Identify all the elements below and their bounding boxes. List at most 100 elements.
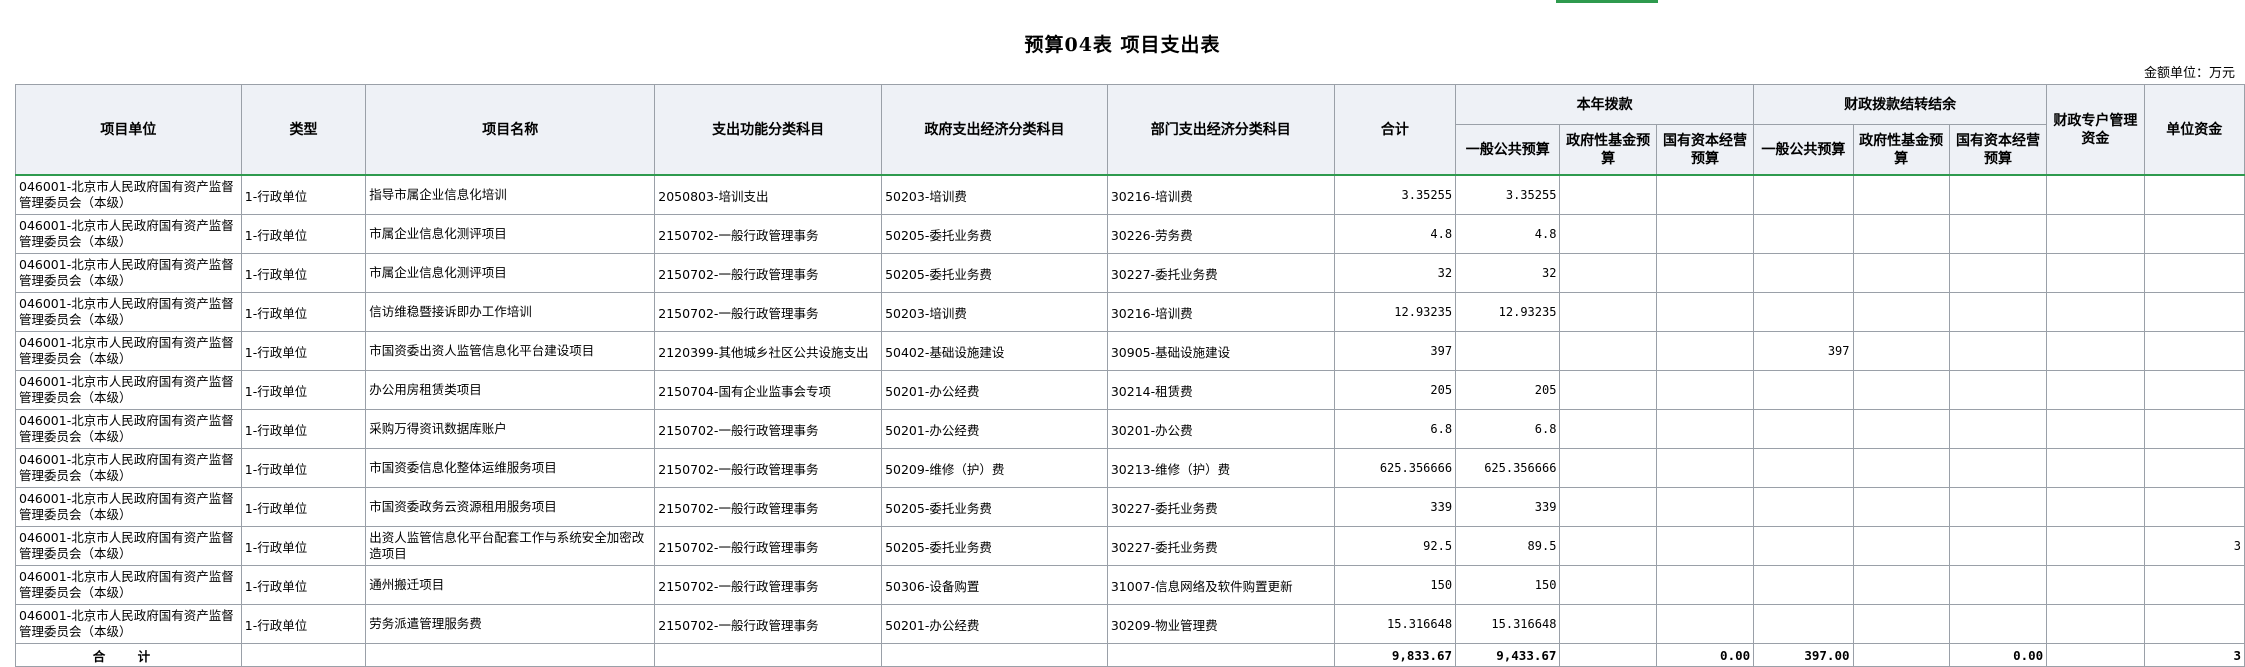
cell-carry-fund — [1852, 292, 1950, 332]
cell-dept: 30227-委托业务费 — [1106, 487, 1335, 527]
table-row: 046001-北京市人民政府国有资产监督管理委员会（本级） 1-行政单位 劳务派遣管… — [15, 604, 2245, 644]
cell-cur-fund — [1559, 292, 1657, 332]
cell-project: 市国资委出资人监管信息化平台建设项目 — [365, 331, 656, 371]
cell-total: 6.8 — [1333, 409, 1457, 449]
table-body: 046001-北京市人民政府国有资产监督管理委员会（本级） 1-行政单位 指导市属企… — [15, 174, 2245, 644]
totals-label: 合 计 — [15, 643, 242, 667]
cell-self — [2143, 370, 2245, 410]
cell-gov: 50201-办公经费 — [881, 409, 1108, 449]
cell-special — [2046, 331, 2145, 371]
cell-unit: 046001-北京市人民政府国有资产监督管理委员会（本级） — [15, 487, 242, 527]
cell-dept: 30227-委托业务费 — [1106, 253, 1335, 293]
cell-carry-fund — [1852, 331, 1950, 371]
cell-func: 2120399-其他城乡社区公共设施支出 — [654, 331, 883, 371]
cell-type: 1-行政单位 — [240, 253, 367, 293]
cell-cur-capital — [1655, 174, 1755, 215]
cell-carry-fund — [1852, 565, 1950, 605]
cell-type: 1-行政单位 — [240, 565, 367, 605]
cell-carry-capital — [1948, 253, 2048, 293]
cell-dept: 30214-租赁费 — [1106, 370, 1335, 410]
table-row: 046001-北京市人民政府国有资产监督管理委员会（本级） 1-行政单位 市国资委政… — [15, 487, 2245, 527]
cell-project: 市国资委政务云资源租用服务项目 — [365, 487, 656, 527]
cell-cur-general: 3.35255 — [1455, 174, 1561, 215]
cell-cur-capital — [1655, 487, 1755, 527]
cell-special — [2046, 253, 2145, 293]
header-unit: 项目单位 — [15, 84, 242, 176]
cell-cur-general: 6.8 — [1455, 409, 1561, 449]
cell-unit: 046001-北京市人民政府国有资产监督管理委员会（本级） — [15, 214, 242, 254]
cell-func: 2150702-一般行政管理事务 — [654, 604, 883, 644]
cell-carry-fund — [1852, 214, 1950, 254]
header-carry-fund: 政府性基金预算 — [1852, 124, 1950, 176]
cell-cur-general: 89.5 — [1455, 526, 1561, 566]
totals-self: 3 — [2143, 643, 2245, 667]
cell-self — [2143, 604, 2245, 644]
cell-cur-general: 205 — [1455, 370, 1561, 410]
cell-self — [2143, 409, 2245, 449]
cell-cur-capital — [1655, 292, 1755, 332]
table-row: 046001-北京市人民政府国有资产监督管理委员会（本级） 1-行政单位 通州搬迁项… — [15, 565, 2245, 605]
cell-func: 2050803-培训支出 — [654, 174, 883, 215]
cell-carry-general — [1753, 214, 1854, 254]
cell-total: 625.356666 — [1333, 448, 1457, 488]
header-group-current: 本年拨款 — [1455, 84, 1755, 125]
cell-special — [2046, 448, 2145, 488]
cell-carry-capital — [1948, 487, 2048, 527]
header-project: 项目名称 — [365, 84, 656, 176]
cell-self — [2143, 292, 2245, 332]
cell-cur-general: 4.8 — [1455, 214, 1561, 254]
cell-func: 2150702-一般行政管理事务 — [654, 448, 883, 488]
cell-type: 1-行政单位 — [240, 409, 367, 449]
cell-project: 劳务派遣管理服务费 — [365, 604, 656, 644]
cell-special — [2046, 370, 2145, 410]
cell-carry-general: 397 — [1753, 331, 1854, 371]
table-row: 046001-北京市人民政府国有资产监督管理委员会（本级） 1-行政单位 信访维稳暨… — [15, 292, 2245, 332]
table-row: 046001-北京市人民政府国有资产监督管理委员会（本级） 1-行政单位 市属企业信… — [15, 214, 2245, 254]
header-type: 类型 — [240, 84, 367, 176]
cell-special — [2046, 526, 2145, 566]
cell-project: 市国资委信息化整体运维服务项目 — [365, 448, 656, 488]
cell-special — [2046, 409, 2145, 449]
cell-cur-fund — [1559, 604, 1657, 644]
cell-carry-fund — [1852, 487, 1950, 527]
cell-cur-fund — [1559, 409, 1657, 449]
cell-func: 2150702-一般行政管理事务 — [654, 565, 883, 605]
cell-cur-fund — [1559, 565, 1657, 605]
cell-carry-general — [1753, 526, 1854, 566]
cell-unit: 046001-北京市人民政府国有资产监督管理委员会（本级） — [15, 526, 242, 566]
cell-carry-general — [1753, 487, 1854, 527]
cell-cur-fund — [1559, 370, 1657, 410]
page-title: 预算04表 项目支出表 — [1024, 34, 1221, 56]
accent-line — [1556, 0, 1658, 3]
cell-project: 市属企业信息化测评项目 — [365, 253, 656, 293]
cell-carry-capital — [1948, 448, 2048, 488]
table-row: 046001-北京市人民政府国有资产监督管理委员会（本级） 1-行政单位 采购万得资… — [15, 409, 2245, 449]
cell-cur-fund — [1559, 253, 1657, 293]
cell-total: 205 — [1333, 370, 1457, 410]
cell-gov: 50402-基础设施建设 — [881, 331, 1108, 371]
cell-cur-capital — [1655, 565, 1755, 605]
cell-dept: 30209-物业管理费 — [1106, 604, 1335, 644]
cell-project: 指导市属企业信息化培训 — [365, 174, 656, 215]
cell-unit: 046001-北京市人民政府国有资产监督管理委员会（本级） — [15, 409, 242, 449]
cell-special — [2046, 214, 2145, 254]
table-row: 046001-北京市人民政府国有资产监督管理委员会（本级） 1-行政单位 出资人监管… — [15, 526, 2245, 566]
cell-carry-capital — [1948, 214, 2048, 254]
cell-type: 1-行政单位 — [240, 174, 367, 215]
cell-dept: 30227-委托业务费 — [1106, 526, 1335, 566]
cell-total: 3.35255 — [1333, 174, 1457, 215]
cell-total: 4.8 — [1333, 214, 1457, 254]
cell-unit: 046001-北京市人民政府国有资产监督管理委员会（本级） — [15, 448, 242, 488]
table-row: 046001-北京市人民政府国有资产监督管理委员会（本级） 1-行政单位 办公用房租… — [15, 370, 2245, 410]
totals-empty-cell — [881, 643, 1108, 667]
cell-cur-general: 339 — [1455, 487, 1561, 527]
cell-carry-fund — [1852, 604, 1950, 644]
header-cur-general: 一般公共预算 — [1455, 124, 1561, 176]
cell-carry-capital — [1948, 292, 2048, 332]
cell-unit: 046001-北京市人民政府国有资产监督管理委员会（本级） — [15, 292, 242, 332]
cell-carry-capital — [1948, 370, 2048, 410]
cell-carry-general — [1753, 409, 1854, 449]
cell-func: 2150702-一般行政管理事务 — [654, 487, 883, 527]
cell-type: 1-行政单位 — [240, 370, 367, 410]
cell-gov: 50205-委托业务费 — [881, 526, 1108, 566]
